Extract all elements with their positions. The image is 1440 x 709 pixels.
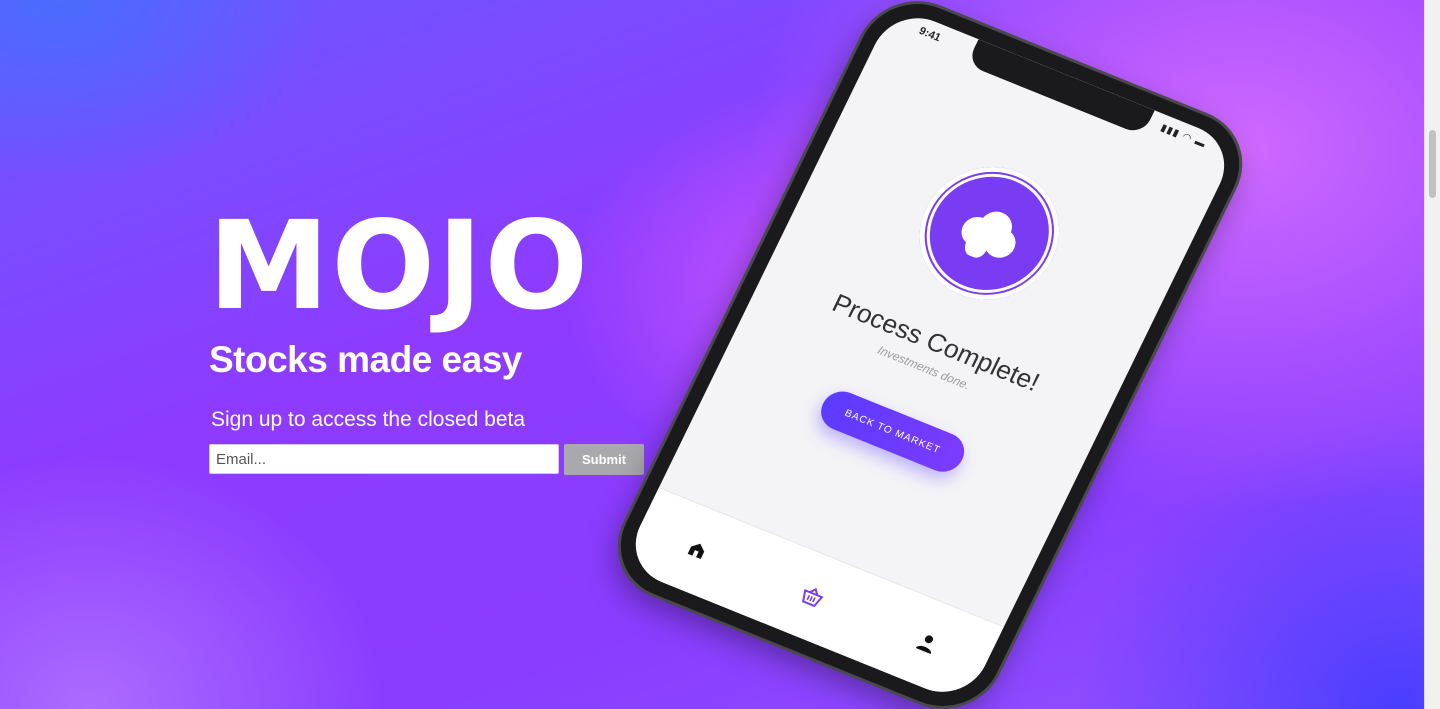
process-title: Process Complete!	[827, 287, 1045, 398]
mojo-logo: MOJO	[208, 195, 591, 337]
submit-button[interactable]: Submit	[564, 444, 644, 475]
email-input[interactable]	[209, 444, 559, 474]
signup-subtitle: Sign up to access the closed beta	[211, 408, 526, 431]
tagline: Stocks made easy	[209, 339, 522, 380]
home-icon[interactable]	[677, 531, 718, 569]
mojo-badge-icon	[896, 146, 1083, 321]
basket-icon[interactable]	[792, 577, 833, 615]
hero-section: MOJO Stocks made easy Sign up to access …	[208, 205, 644, 475]
signup-form: Submit	[209, 444, 644, 475]
scrollbar-thumb[interactable]	[1429, 130, 1436, 198]
process-subtitle: Investments done.	[875, 342, 973, 393]
landing-page: MOJO Stocks made easy Sign up to access …	[0, 0, 1440, 709]
phone-device: 9:41 ▮▮▮ ◠ ▬ Process Complete! Investmen…	[601, 0, 1259, 709]
page-scrollbar[interactable]	[1424, 0, 1440, 709]
user-icon[interactable]	[907, 624, 948, 662]
back-to-market-button[interactable]: BACK TO MARKET	[814, 385, 971, 478]
status-time: 9:41	[916, 25, 943, 45]
